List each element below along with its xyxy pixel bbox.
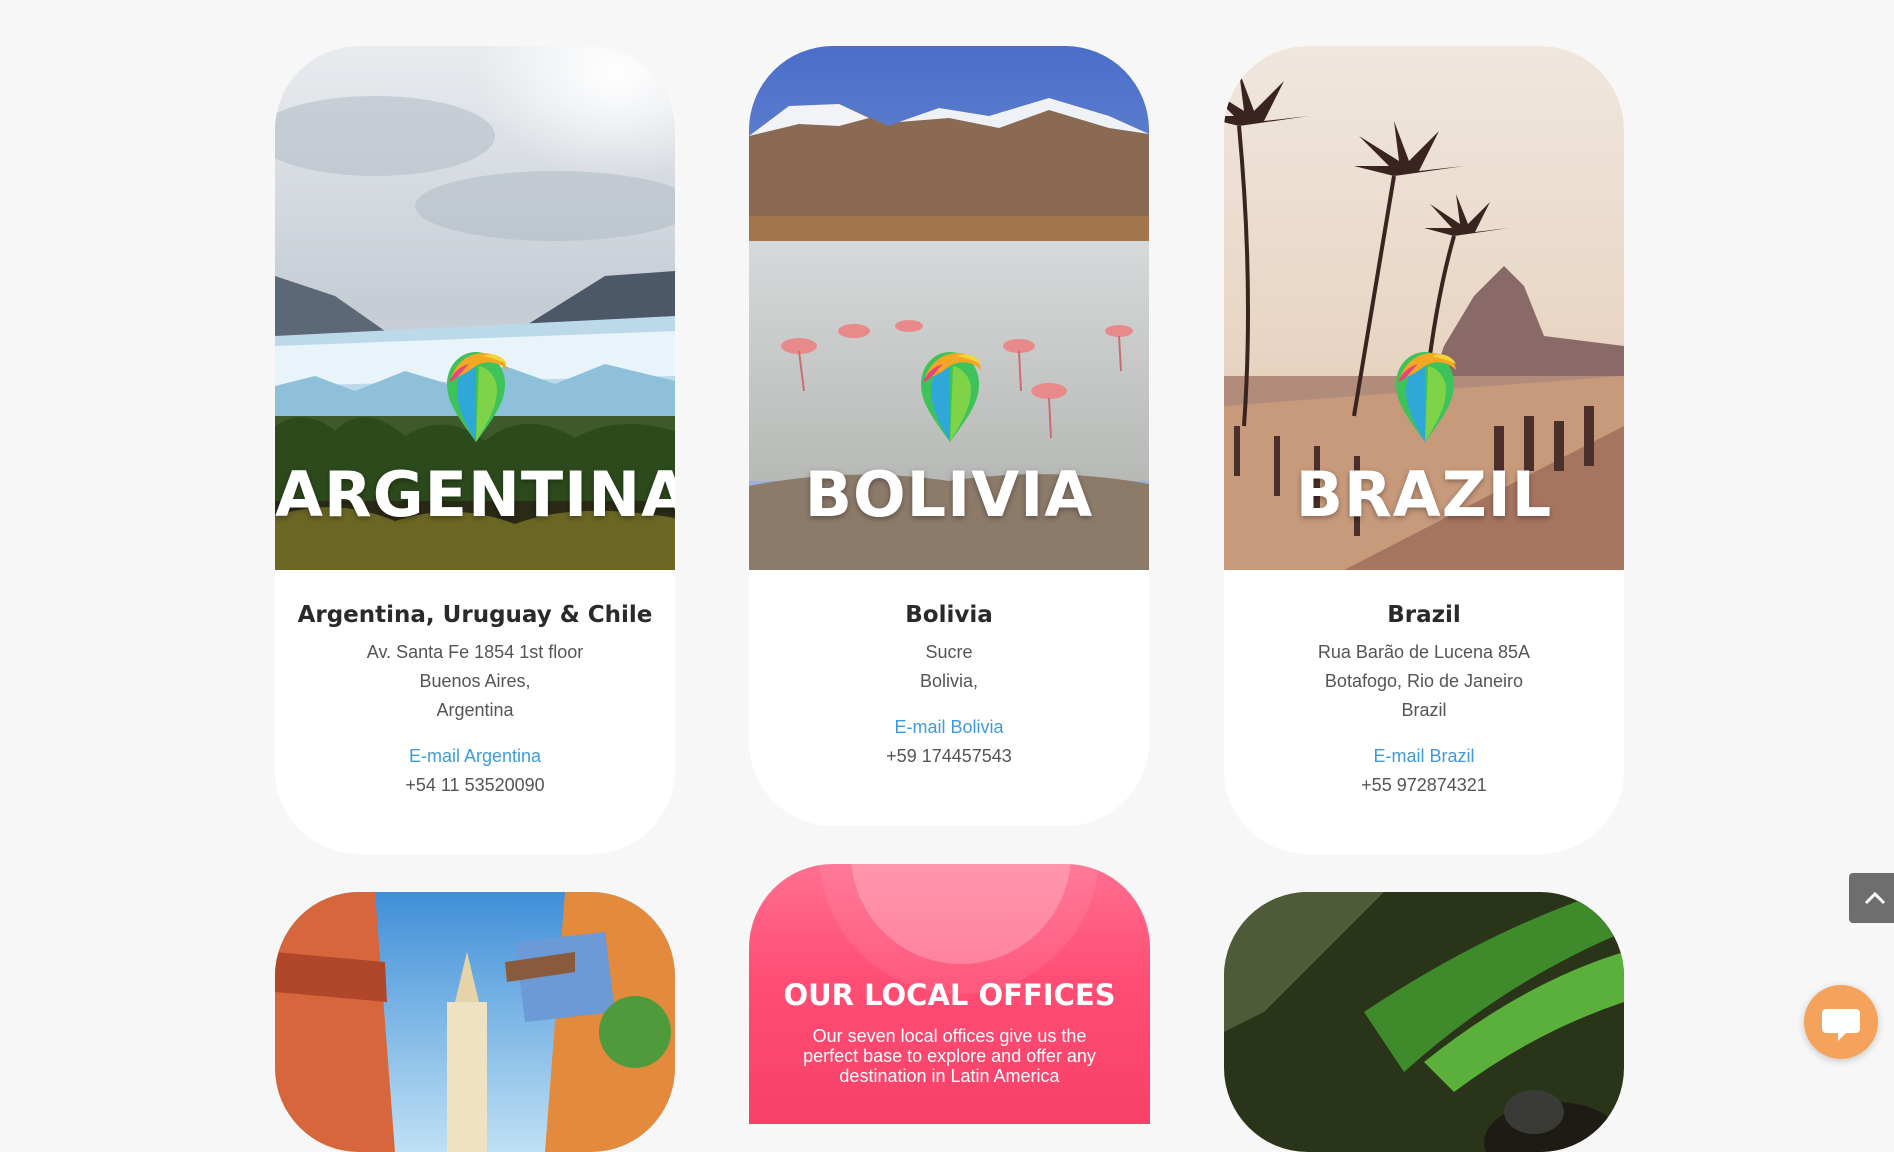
office-title: Brazil <box>1387 602 1461 628</box>
email-link-brazil[interactable]: E-mail Brazil <box>1234 742 1614 771</box>
phone-number: +59 174457543 <box>886 746 1012 766</box>
location-pin-icon <box>447 352 507 442</box>
colonial-street-image <box>275 892 675 1152</box>
address-line: Bolivia, <box>919 671 979 691</box>
email-link-bolivia[interactable]: E-mail Bolivia <box>759 713 1139 742</box>
bolivia-photo: BOLIVIA <box>749 46 1149 570</box>
promo-title: OUR LOCAL OFFICES <box>783 978 1116 1012</box>
office-title: Argentina, Uruguay & Chile <box>297 602 653 628</box>
scroll-to-top-button[interactable] <box>1849 873 1894 923</box>
office-card-colombia <box>275 892 675 1152</box>
chat-button[interactable] <box>1804 985 1878 1059</box>
office-info: Bolivia Sucre Bolivia, E-mail Bolivia +5… <box>749 570 1149 813</box>
card-image-label: BRAZIL <box>1295 458 1553 531</box>
phone-number: +55 972874321 <box>1361 775 1487 795</box>
address-line: Buenos Aires, <box>419 671 531 691</box>
phone-number: +54 11 53520090 <box>405 775 545 795</box>
address-line: Rua Barão de Lucena 85A <box>1317 642 1531 662</box>
argentina-photo: ARGENTINA <box>275 46 675 570</box>
office-card-jungle <box>1224 892 1624 1152</box>
email-link-argentina[interactable]: E-mail Argentina <box>285 742 665 771</box>
brazil-photo: BRAZIL <box>1224 46 1624 570</box>
address-line: Av. Santa Fe 1854 1st floor <box>366 642 584 662</box>
address-line: Sucre <box>925 642 973 662</box>
chevron-up-icon <box>1864 891 1886 905</box>
promo-text: Our seven local offices give us the perf… <box>803 1026 1096 1086</box>
address-line: Argentina <box>436 700 514 720</box>
office-info: Brazil Rua Barão de Lucena 85A Botafogo,… <box>1224 570 1624 842</box>
office-info: Argentina, Uruguay & Chile Av. Santa Fe … <box>275 570 675 842</box>
address-line: Brazil <box>1401 700 1447 720</box>
card-image-label: BOLIVIA <box>804 458 1094 531</box>
address-line: Botafogo, Rio de Janeiro <box>1324 671 1524 691</box>
card-image-label: ARGENTINA <box>275 458 675 531</box>
office-card-brazil: BRAZIL Brazil Rua Barão de Lucena 85A Bo… <box>1224 46 1624 854</box>
jungle-image <box>1224 892 1624 1152</box>
chat-icon <box>1822 1009 1860 1041</box>
location-pin-icon <box>921 352 981 442</box>
local-offices-promo: OUR LOCAL OFFICES Our seven local office… <box>749 864 1150 1124</box>
office-title: Bolivia <box>905 602 993 628</box>
office-card-argentina: ARGENTINA Argentina, Uruguay & Chile Av.… <box>275 46 675 854</box>
location-pin-icon <box>1396 352 1456 442</box>
office-card-bolivia: BOLIVIA Bolivia Sucre Bolivia, E-mail Bo… <box>749 46 1149 826</box>
